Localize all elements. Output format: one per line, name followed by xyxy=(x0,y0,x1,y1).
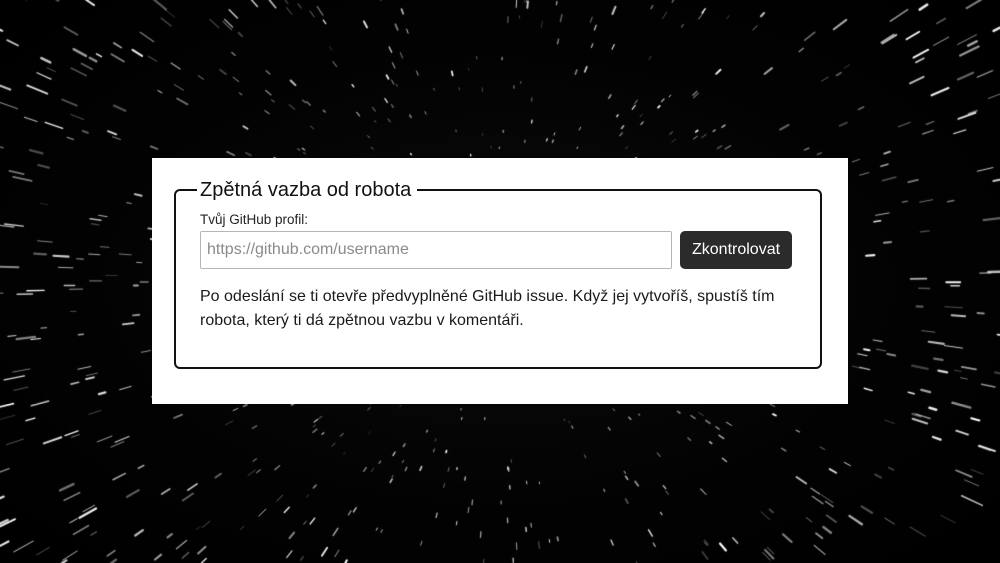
info-text: Po odeslání se ti otevře předvyplněné Gi… xyxy=(200,288,775,329)
check-button[interactable]: Zkontrolovat xyxy=(680,231,793,269)
starfield-background: Zpětná vazba od robota Tvůj GitHub profi… xyxy=(0,0,1000,563)
feedback-fieldset: Zpětná vazba od robota Tvůj GitHub profi… xyxy=(174,178,822,369)
fieldset-legend: Zpětná vazba od robota xyxy=(200,179,412,201)
github-profile-input[interactable] xyxy=(200,231,672,269)
feedback-card: Zpětná vazba od robota Tvůj GitHub profi… xyxy=(152,158,848,404)
input-row: Zkontrolovat xyxy=(200,231,820,269)
profile-label: Tvůj GitHub profil: xyxy=(200,212,309,227)
